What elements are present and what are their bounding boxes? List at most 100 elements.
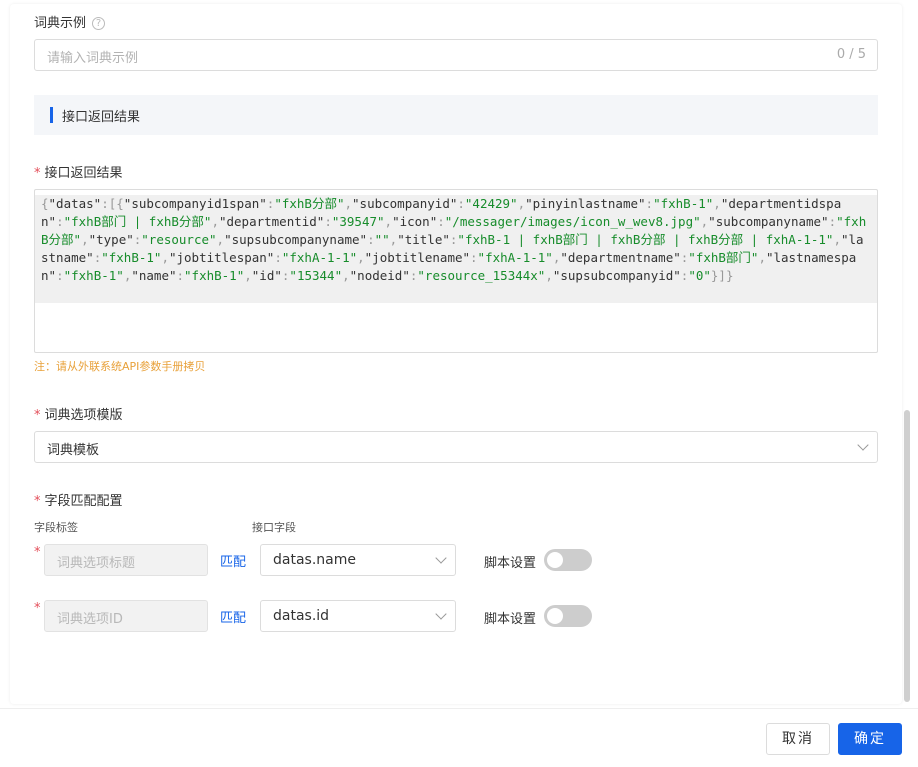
- required-mark: *: [34, 494, 41, 509]
- template-select-value: 词典模板: [47, 443, 100, 458]
- json-token: :: [274, 250, 282, 265]
- dict-example-placeholder: 请输入词典示例: [47, 51, 139, 66]
- json-token: :: [176, 268, 185, 283]
- json-token: "fxhB-1": [653, 196, 714, 211]
- json-token: "": [374, 232, 390, 247]
- char-counter: 0 / 5: [836, 47, 866, 62]
- json-token: ,: [517, 196, 526, 211]
- section-header: 接口返回结果: [34, 95, 878, 135]
- dialog-footer: 取消 确定: [0, 708, 918, 767]
- json-token: :: [437, 214, 445, 229]
- cancel-button[interactable]: 取消: [766, 723, 830, 755]
- script-setting-label: 脚本设置: [484, 556, 537, 571]
- json-token: "fxhB-1": [184, 268, 245, 283]
- api-field-select-id[interactable]: datas.id: [260, 600, 456, 632]
- json-token: "fxhB-1": [101, 250, 162, 265]
- json-token: "jobtitlespan": [168, 250, 275, 265]
- chevron-down-icon: [857, 439, 869, 451]
- dict-example-input[interactable]: 请输入词典示例 0 / 5: [34, 39, 878, 71]
- script-toggle[interactable]: [544, 605, 592, 627]
- col-api-field: 接口字段: [252, 521, 296, 534]
- json-token: ,: [244, 268, 252, 283]
- json-token: "42429": [464, 196, 518, 211]
- json-token: "subcompanyid1span": [123, 196, 267, 211]
- json-token: ,: [545, 268, 553, 283]
- json-token: :[{: [101, 196, 124, 211]
- script-setting-label: 脚本设置: [484, 612, 537, 627]
- json-token: "subcompanyid": [352, 196, 458, 211]
- json-token: ,: [342, 268, 350, 283]
- json-token: ,: [384, 214, 393, 229]
- json-token: :: [56, 268, 64, 283]
- json-token: "resource": [141, 232, 217, 247]
- col-field-label: 字段标签: [34, 521, 78, 534]
- required-mark: *: [34, 408, 41, 423]
- json-token: "name": [131, 268, 177, 283]
- json-token: "fxhB分部": [274, 196, 345, 211]
- required-mark: *: [34, 601, 41, 616]
- json-token: "supsubcompanyid": [552, 268, 681, 283]
- json-token: ,: [833, 232, 841, 247]
- api-result-textarea[interactable]: {"datas":[{"subcompanyid1span": "fxhB分部",…: [34, 189, 878, 353]
- json-token: "fxhB-1 | fxhB部门 | fxhB分部 | fxhB分部 | fxh…: [457, 232, 834, 247]
- json-token: "icon": [392, 214, 438, 229]
- json-token: "resource_15344x": [417, 268, 546, 283]
- json-token: :: [56, 214, 64, 229]
- help-icon[interactable]: ?: [92, 17, 106, 30]
- field-label-input-id: 词典选项ID: [44, 600, 208, 632]
- json-token: }]}: [710, 268, 734, 283]
- required-mark: *: [34, 545, 41, 560]
- json-token: :: [457, 196, 465, 211]
- required-mark: *: [34, 166, 41, 181]
- field-label-input-title: 词典选项标题: [44, 544, 208, 576]
- json-token: :: [367, 232, 375, 247]
- json-token: "subcompanyname": [708, 214, 829, 229]
- match-link[interactable]: 匹配: [220, 551, 246, 570]
- json-token: ,: [81, 232, 89, 247]
- json-token: "nodeid": [349, 268, 410, 283]
- section-title: 接口返回结果: [62, 110, 141, 125]
- template-select[interactable]: 词典模板: [34, 431, 878, 463]
- json-token: "departmentname": [560, 250, 681, 265]
- toggle-knob: [547, 552, 563, 568]
- json-token: :: [828, 214, 837, 229]
- api-field-select-name[interactable]: datas.name: [260, 544, 456, 576]
- json-token: "pinyinlastname": [525, 196, 646, 211]
- json-token: "fxhA-1-1": [281, 250, 358, 265]
- json-token: "0": [688, 268, 711, 283]
- json-token: "id": [251, 268, 282, 283]
- field-mapping-label: * 字段匹配配置: [34, 494, 123, 509]
- dialog: 词典示例? 请输入词典示例 0 / 5 接口返回结果 * 接口返回结果 {"dat…: [0, 0, 918, 767]
- dialog-body: 词典示例? 请输入词典示例 0 / 5 接口返回结果 * 接口返回结果 {"dat…: [10, 4, 902, 704]
- json-token: "jobtitlename": [364, 250, 471, 265]
- json-token: ,: [357, 250, 365, 265]
- json-token: "type": [88, 232, 134, 247]
- scrollbar[interactable]: [904, 410, 910, 702]
- confirm-button[interactable]: 确定: [838, 723, 902, 755]
- json-token: ,: [211, 214, 219, 229]
- json-token: "15344": [289, 268, 343, 283]
- json-token: "fxhB部门": [688, 250, 759, 265]
- json-token: :: [645, 196, 654, 211]
- template-label: * 词典选项模版: [34, 408, 123, 423]
- json-token: :: [324, 214, 332, 229]
- toggle-knob: [547, 608, 563, 624]
- script-toggle[interactable]: [544, 549, 592, 571]
- json-token: ,: [344, 196, 353, 211]
- json-token: ,: [713, 196, 721, 211]
- json-token: :: [470, 250, 478, 265]
- chevron-down-icon: [435, 552, 447, 564]
- json-token: ,: [161, 250, 169, 265]
- json-token: "fxhB-1": [63, 268, 124, 283]
- json-token: "title": [397, 232, 450, 247]
- match-link[interactable]: 匹配: [220, 607, 246, 626]
- section-accent-bar: [50, 107, 53, 123]
- api-result-note: 注：请从外联系统API参数手册拷贝: [34, 360, 206, 373]
- json-token: "/messager/images/icon_w_wev8.jpg": [444, 214, 701, 229]
- api-result-json: {"datas":[{"subcompanyid1span": "fxhB分部",…: [41, 195, 869, 285]
- json-token: ,: [216, 232, 225, 247]
- dict-example-label: 词典示例?: [34, 12, 106, 31]
- json-token: "supsubcompanyname": [224, 232, 368, 247]
- json-token: "departmentid": [218, 214, 325, 229]
- chevron-down-icon: [435, 608, 447, 620]
